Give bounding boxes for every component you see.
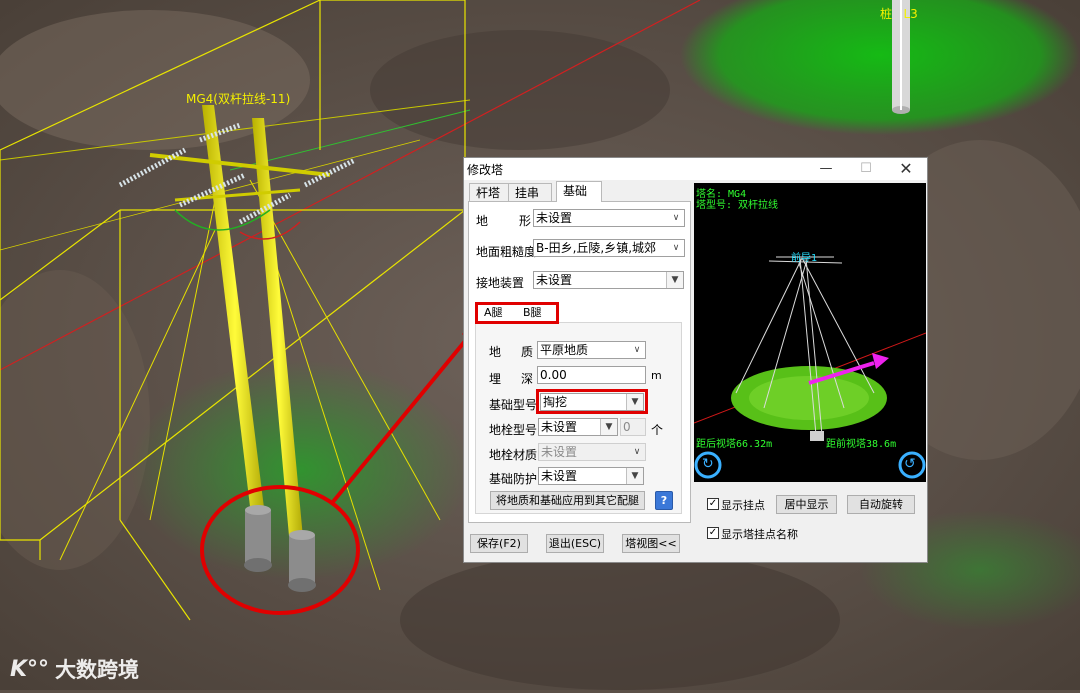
geology-label-a: 地 <box>489 345 502 359</box>
watermark: K°° 大数跨境 <box>10 654 139 684</box>
watermark-logo: K°° <box>10 656 50 682</box>
show-hang-points-checkbox[interactable]: ✓ <box>707 498 719 510</box>
chevron-down-icon: ∨ <box>633 345 641 355</box>
dialog-title: 修改塔 <box>467 163 504 177</box>
foundation-protection-select[interactable]: 未设置 ▼ <box>538 467 644 485</box>
terrain-select[interactable]: 未设置 ∨ <box>533 209 685 227</box>
tower-preview-canvas[interactable]: 塔名: MG4 塔型号: 双杆拉线 前导1 距后视塔66.32m 距前视塔38.… <box>694 183 926 482</box>
anchor-count-unit: 个 <box>651 423 664 437</box>
maximize-button[interactable]: ☐ <box>848 158 884 180</box>
preview-back-distance: 距后视塔66.32m <box>696 439 773 450</box>
anchor-type-label: 地栓型号 <box>489 423 538 437</box>
depth-unit: m <box>651 369 662 382</box>
geology-label-b: 质 <box>521 345 534 359</box>
dropdown-arrow-icon: ▼ <box>626 468 643 484</box>
auto-rotate-button[interactable]: 自动旋转 <box>847 495 915 514</box>
pile-label: 桩 L3 <box>880 5 918 22</box>
rotate-right-icon[interactable]: ↺ <box>904 456 916 472</box>
tab-tower[interactable]: 杆塔 <box>469 183 509 201</box>
grounding-label: 接地装置 <box>476 276 525 290</box>
leg-tabs-highlight <box>475 302 559 324</box>
preview-front-label: 前导1 <box>791 253 818 264</box>
anchor-count-input[interactable]: 0 <box>620 418 646 436</box>
depth-label-b: 深 <box>521 372 534 386</box>
anchor-material-select[interactable]: 未设置 ∨ <box>538 443 646 461</box>
show-hang-names-checkbox[interactable]: ✓ <box>707 527 719 539</box>
anchor-type-value: 未设置 <box>541 420 578 434</box>
terrain-label-a: 地 <box>476 214 489 228</box>
foundation-protection-value: 未设置 <box>541 469 578 483</box>
anchor-material-label: 地栓材质 <box>489 448 538 462</box>
terrain-value: 未设置 <box>536 211 573 225</box>
depth-input[interactable]: 0.00 <box>537 366 646 384</box>
geology-value: 平原地质 <box>540 343 589 357</box>
chevron-down-icon: ∨ <box>672 243 680 253</box>
tab-hang-string[interactable]: 挂串 <box>508 183 552 201</box>
depth-value: 0.00 <box>540 368 567 382</box>
anchor-count-value: 0 <box>623 420 631 434</box>
dropdown-arrow-icon: ▼ <box>666 272 683 288</box>
foundation-protection-label: 基础防护 <box>489 472 538 486</box>
dropdown-arrow-icon: ▼ <box>600 419 617 435</box>
anchor-type-select[interactable]: 未设置 ▼ <box>538 418 618 436</box>
roughness-select[interactable]: B-田乡,丘陵,乡镇,城郊 ∨ <box>533 239 685 257</box>
exit-button[interactable]: 退出(ESC) <box>546 534 604 553</box>
geology-select[interactable]: 平原地质 ∨ <box>537 341 646 359</box>
depth-label-a: 埋 <box>489 372 502 386</box>
chevron-down-icon: ∨ <box>633 447 641 457</box>
grounding-select[interactable]: 未设置 ▼ <box>533 271 684 289</box>
rotate-left-icon[interactable]: ↻ <box>702 456 714 472</box>
roughness-value: B-田乡,丘陵,乡镇,城郊 <box>536 241 657 255</box>
tower-view-button[interactable]: 塔视图<< <box>622 534 680 553</box>
show-hang-points-label: 显示挂点 <box>721 499 765 512</box>
help-icon[interactable]: ? <box>655 491 673 510</box>
save-button[interactable]: 保存(F2) <box>470 534 528 553</box>
preview-front-distance: 距前视塔38.6m <box>826 439 897 450</box>
chevron-down-icon: ∨ <box>672 213 680 223</box>
grounding-value: 未设置 <box>536 273 573 287</box>
pile-label-text: 桩 <box>880 7 893 21</box>
minimize-button[interactable]: — <box>808 158 844 180</box>
center-display-button[interactable]: 居中显示 <box>776 495 837 514</box>
title-bar[interactable]: 修改塔 — ☐ ✕ <box>464 158 927 180</box>
roughness-label: 地面粗糙度 <box>476 245 537 259</box>
foundation-type-highlight <box>536 389 648 414</box>
preview-tower-type: 塔型号: 双杆拉线 <box>696 200 779 211</box>
watermark-text: 大数跨境 <box>55 658 140 682</box>
terrain-label-b: 形 <box>519 214 532 228</box>
anchor-material-value: 未设置 <box>541 445 578 459</box>
tower-name-label: MG4(双杆拉线-11) <box>186 92 291 106</box>
close-button[interactable]: ✕ <box>888 158 924 180</box>
foundation-type-label: 基础型号 <box>489 398 538 412</box>
pile-label-suffix: L3 <box>903 7 918 21</box>
show-hang-names-label: 显示塔挂点名称 <box>721 528 798 541</box>
apply-to-other-legs-button[interactable]: 将地质和基础应用到其它配腿 <box>490 491 645 510</box>
tab-foundation[interactable]: 基础 <box>556 181 602 202</box>
